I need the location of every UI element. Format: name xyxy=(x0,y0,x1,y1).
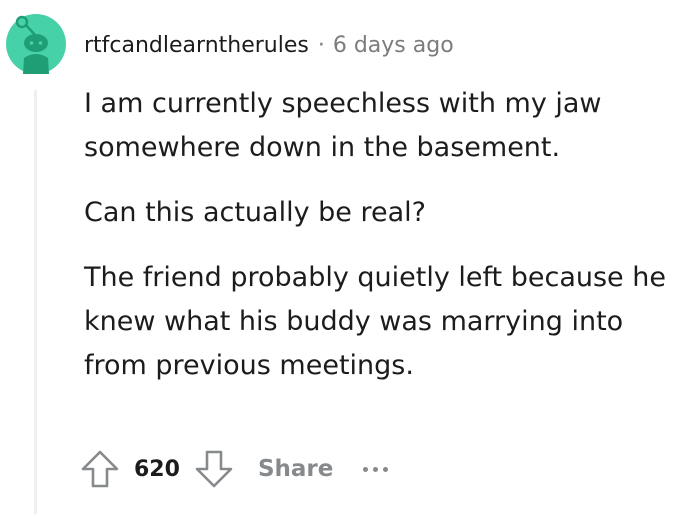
avatar[interactable] xyxy=(6,14,66,74)
more-dot xyxy=(383,466,389,472)
more-options-icon[interactable] xyxy=(363,459,389,479)
arrow-down-icon xyxy=(195,450,233,488)
snoo-avatar-icon xyxy=(6,14,66,74)
more-dot xyxy=(363,466,369,472)
arrow-up-icon xyxy=(81,450,119,488)
downvote-button[interactable] xyxy=(194,446,234,492)
more-dot xyxy=(373,466,379,472)
upvote-button[interactable] xyxy=(80,446,120,492)
comment-paragraph: Can this actually be real? xyxy=(84,197,426,228)
comment-actions: 620 Share xyxy=(80,446,389,492)
comment-paragraph: I am currently speechless with my jaw so… xyxy=(84,88,602,163)
comment-body: I am currently speechless with my jaw so… xyxy=(84,82,684,409)
share-button[interactable]: Share xyxy=(258,456,333,482)
author-username[interactable]: rtfcandlearntherules xyxy=(84,33,309,58)
comment-header: rtfcandlearntherules · 6 days ago xyxy=(84,28,454,62)
meta-separator: · xyxy=(317,32,325,58)
comment-timestamp[interactable]: 6 days ago xyxy=(333,33,454,58)
comment-paragraph: The friend probably quietly left because… xyxy=(84,262,666,381)
thread-line[interactable] xyxy=(34,90,37,514)
vote-score: 620 xyxy=(134,456,180,482)
